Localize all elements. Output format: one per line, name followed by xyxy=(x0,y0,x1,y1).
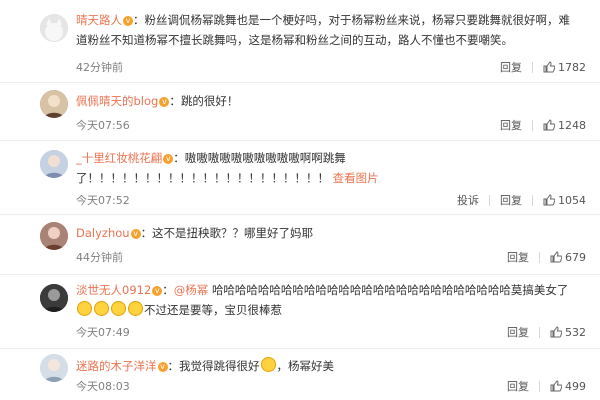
like-button[interactable]: 532 xyxy=(550,326,586,339)
like-count: 1248 xyxy=(558,118,586,132)
thumb-up-icon xyxy=(543,119,555,131)
thumb-up-icon xyxy=(543,194,555,206)
vip-badge-icon: v xyxy=(157,362,168,372)
comment-actions: 回复 499 xyxy=(507,378,586,394)
reply-button[interactable]: 回复 xyxy=(507,378,529,394)
person-avatar-icon xyxy=(40,150,68,178)
vip-badge-icon: v xyxy=(123,16,133,26)
thumb-up-icon xyxy=(550,326,562,338)
avatar[interactable] xyxy=(40,284,68,312)
vip-badge-icon: v xyxy=(152,286,163,296)
thumb-up-icon xyxy=(550,380,562,392)
laughing-emoji-icon xyxy=(77,301,92,316)
comment-text-continued: 不过还是要等，宝贝很棒惹 xyxy=(144,303,282,317)
comment-body: Dalyzhou v ：这不是扭秧歌？？哪里好了妈耶 xyxy=(76,223,576,243)
comment-actions: 回复 1248 xyxy=(500,117,586,133)
comment-item: 迷路的木子洋洋 v ：我觉得跳得很好 ，杨幂好美 今天08:03 回复 499 xyxy=(0,348,600,400)
avatar[interactable] xyxy=(40,222,68,250)
laughing-emoji-icon xyxy=(94,301,109,316)
report-button[interactable]: 投诉 xyxy=(457,192,479,208)
avatar[interactable] xyxy=(40,14,68,42)
like-button[interactable]: 679 xyxy=(550,251,586,264)
divider xyxy=(539,251,540,263)
comment-body: 迷路的木子洋洋 v ：我觉得跳得很好 ，杨幂好美 xyxy=(76,356,576,376)
like-count: 499 xyxy=(565,379,586,393)
comment-text: ：粉丝调侃杨幂跳舞也是一个梗好吗，对于杨幂粉丝来说，杨幂只要跳舞就很好啊，难道粉… xyxy=(76,13,570,47)
comment-user[interactable]: _十里红妆桃花翩 xyxy=(76,151,162,165)
divider xyxy=(489,194,490,206)
comment-user[interactable]: 迷路的木子洋洋 xyxy=(76,359,157,373)
comment-time: 44分钟前 xyxy=(76,251,123,264)
comment-text: ：这不是扭秧歌？？哪里好了妈耶 xyxy=(140,226,314,240)
like-count: 679 xyxy=(565,250,586,264)
view-image-link[interactable]: 查看图片 xyxy=(333,171,379,185)
comment-item: _十里红妆桃花翩 v ：嗷嗷嗷嗷嗷嗷嗷嗷嗷嗷啊啊跳舞了！！！！！！！！！！！！！！！… xyxy=(0,140,600,215)
comment-user[interactable]: 晴天路人 xyxy=(76,13,122,27)
reply-button[interactable]: 回复 xyxy=(507,249,529,265)
comment-body: 晴天路人 v ：粉丝调侃杨幂跳舞也是一个梗好吗，对于杨幂粉丝来说，杨幂只要跳舞就很好… xyxy=(76,10,576,50)
laughing-emoji-icon xyxy=(111,301,126,316)
thumb-up-icon xyxy=(543,61,555,73)
like-button[interactable]: 1054 xyxy=(543,194,586,207)
surprised-emoji-icon xyxy=(260,357,276,372)
divider xyxy=(532,119,533,131)
laughing-emoji-icon xyxy=(128,301,143,316)
vip-badge-icon: v xyxy=(130,229,141,239)
like-count: 1054 xyxy=(558,193,586,207)
comment-text: ：跳的很好！ xyxy=(169,94,239,108)
person-avatar-icon xyxy=(40,90,68,118)
reply-button[interactable]: 回复 xyxy=(500,117,522,133)
comment-user[interactable]: 淡世无人0912 xyxy=(76,283,151,297)
person-avatar-icon xyxy=(40,354,68,382)
avatar[interactable] xyxy=(40,90,68,118)
comment-body: _十里红妆桃花翩 v ：嗷嗷嗷嗷嗷嗷嗷嗷嗷嗷啊啊跳舞了！！！！！！！！！！！！！！！… xyxy=(76,148,576,188)
comment-list: 晴天路人 v ：粉丝调侃杨幂跳舞也是一个梗好吗，对于杨幂粉丝来说，杨幂只要跳舞就很好… xyxy=(0,0,600,400)
thumb-up-icon xyxy=(550,251,562,263)
reply-button[interactable]: 回复 xyxy=(500,59,522,75)
like-button[interactable]: 1248 xyxy=(543,119,586,132)
vip-badge-icon: v xyxy=(163,154,174,164)
like-button[interactable]: 499 xyxy=(550,380,586,393)
person-avatar-icon xyxy=(40,284,68,312)
vip-badge-icon: v xyxy=(159,97,170,107)
like-button[interactable]: 1782 xyxy=(543,61,586,74)
person-avatar-icon xyxy=(40,222,68,250)
comment-time: 今天07:52 xyxy=(76,194,130,207)
comment-time: 今天07:56 xyxy=(76,119,130,132)
comment-body: 佩佩晴天的blog v ：跳的很好！ xyxy=(76,91,576,111)
comment-time: 42分钟前 xyxy=(76,61,123,74)
like-count: 1782 xyxy=(558,60,586,74)
comment-time: 今天07:49 xyxy=(76,326,130,339)
comment-text: ：我觉得跳得很好 xyxy=(167,359,260,373)
avatar[interactable] xyxy=(40,354,68,382)
reply-button[interactable]: 回复 xyxy=(500,192,522,208)
comment-user[interactable]: 佩佩晴天的blog xyxy=(76,94,158,108)
comment-body: 淡世无人0912 v ：@杨幂 哈哈哈哈哈哈哈哈哈哈哈哈哈哈哈哈哈哈哈哈哈哈哈哈哈哈… xyxy=(76,283,569,317)
comment-time: 今天08:03 xyxy=(76,380,130,393)
comment-user[interactable]: Dalyzhou xyxy=(76,226,130,240)
comment-text: 哈哈哈哈哈哈哈哈哈哈哈哈哈哈哈哈哈哈哈哈哈哈哈哈哈哈莫搞美女了 xyxy=(211,283,569,297)
comment-actions: 回复 679 xyxy=(507,249,586,265)
comment-actions: 投诉 回复 1054 xyxy=(457,192,586,208)
comment-item: Dalyzhou v ：这不是扭秧歌？？哪里好了妈耶 44分钟前 回复 679 xyxy=(0,214,600,275)
comment-text-continued: ，杨幂好美 xyxy=(276,359,335,373)
divider xyxy=(539,326,540,338)
divider xyxy=(532,61,533,73)
mention-link[interactable]: @杨幂 xyxy=(174,283,209,297)
comment-actions: 回复 1782 xyxy=(500,59,586,75)
cat-avatar-icon xyxy=(40,14,68,42)
like-count: 532 xyxy=(565,325,586,339)
reply-button[interactable]: 回复 xyxy=(507,324,529,340)
avatar[interactable] xyxy=(40,150,68,178)
divider xyxy=(532,194,533,206)
comment-item: 佩佩晴天的blog v ：跳的很好！ 今天07:56 回复 1248 xyxy=(0,82,600,141)
comment-actions: 回复 532 xyxy=(507,324,586,340)
comment-item: 淡世无人0912 v ：@杨幂 哈哈哈哈哈哈哈哈哈哈哈哈哈哈哈哈哈哈哈哈哈哈哈哈哈哈… xyxy=(0,274,600,349)
comment-item: 晴天路人 v ：粉丝调侃杨幂跳舞也是一个梗好吗，对于杨幂粉丝来说，杨幂只要跳舞就很好… xyxy=(0,0,600,83)
divider xyxy=(539,380,540,392)
